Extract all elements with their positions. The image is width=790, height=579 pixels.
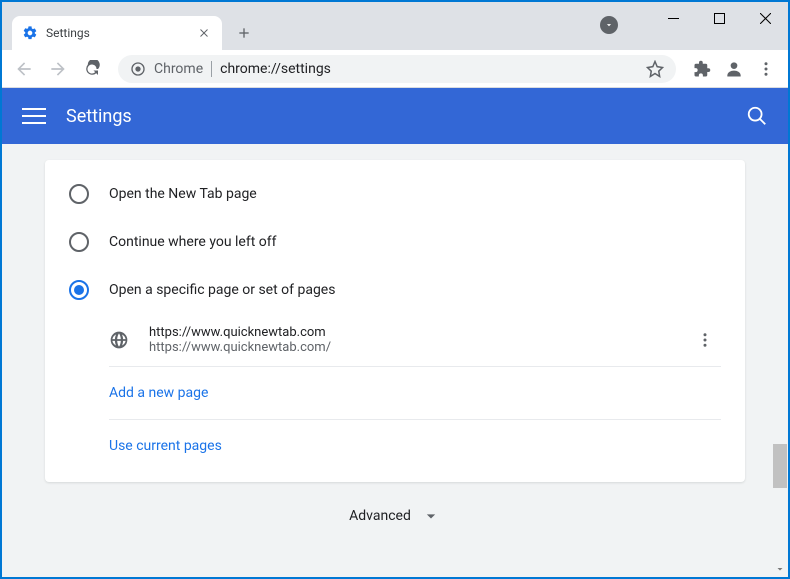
minimize-button[interactable] <box>650 2 696 34</box>
radio-label: Open the New Tab page <box>109 186 257 202</box>
back-button[interactable] <box>10 55 38 83</box>
radio-label: Continue where you left off <box>109 234 277 250</box>
more-actions-button[interactable] <box>689 324 721 356</box>
bookmark-star-icon[interactable] <box>646 60 664 78</box>
radio-icon <box>69 184 89 204</box>
site-info-icon[interactable] <box>130 61 146 77</box>
forward-button[interactable] <box>44 55 72 83</box>
scrollbar[interactable] <box>772 144 788 577</box>
search-icon[interactable] <box>746 105 768 127</box>
settings-header: Settings <box>2 88 788 144</box>
browser-tab-strip: Settings <box>2 2 788 50</box>
startup-page-row: https://www.quicknewtab.com https://www.… <box>45 314 745 366</box>
advanced-toggle[interactable]: Advanced <box>2 482 788 538</box>
window-controls <box>650 2 788 34</box>
reload-button[interactable] <box>78 55 106 83</box>
close-window-button[interactable] <box>742 2 788 34</box>
address-bar[interactable]: Chrome chrome://settings <box>118 55 676 83</box>
maximize-button[interactable] <box>696 2 742 34</box>
url-text: chrome://settings <box>220 61 331 77</box>
hamburger-menu-icon[interactable] <box>22 104 46 128</box>
chevron-down-icon <box>421 506 441 526</box>
tab-search-icon[interactable] <box>600 16 618 34</box>
use-current-pages-link[interactable]: Use current pages <box>45 420 745 472</box>
divider <box>211 61 212 77</box>
page-title: Settings <box>66 106 132 127</box>
url-scheme: Chrome <box>154 61 203 77</box>
globe-icon <box>109 330 129 350</box>
on-startup-card: Open the New Tab page Continue where you… <box>45 160 745 482</box>
radio-icon <box>69 280 89 300</box>
radio-continue[interactable]: Continue where you left off <box>45 218 745 266</box>
radio-label: Open a specific page or set of pages <box>109 282 335 298</box>
radio-specific-page[interactable]: Open a specific page or set of pages <box>45 266 745 314</box>
radio-icon <box>69 232 89 252</box>
new-tab-button[interactable] <box>230 19 258 47</box>
scrollbar-thumb[interactable] <box>773 444 787 488</box>
browser-tab-active[interactable]: Settings <box>12 16 222 50</box>
browser-toolbar: Chrome chrome://settings <box>2 50 788 88</box>
advanced-label: Advanced <box>349 508 411 524</box>
scroll-down-icon[interactable] <box>772 561 788 577</box>
tab-title: Settings <box>46 26 188 40</box>
profile-avatar-icon[interactable] <box>720 55 748 83</box>
add-new-page-link[interactable]: Add a new page <box>45 367 745 419</box>
settings-content: Open the New Tab page Continue where you… <box>2 144 788 577</box>
extensions-icon[interactable] <box>688 55 716 83</box>
radio-open-new-tab[interactable]: Open the New Tab page <box>45 170 745 218</box>
close-icon[interactable] <box>196 25 212 41</box>
browser-menu-icon[interactable] <box>752 55 780 83</box>
startup-page-title: https://www.quicknewtab.com <box>149 325 689 340</box>
startup-page-url: https://www.quicknewtab.com/ <box>149 340 689 355</box>
settings-gear-icon <box>22 25 38 41</box>
